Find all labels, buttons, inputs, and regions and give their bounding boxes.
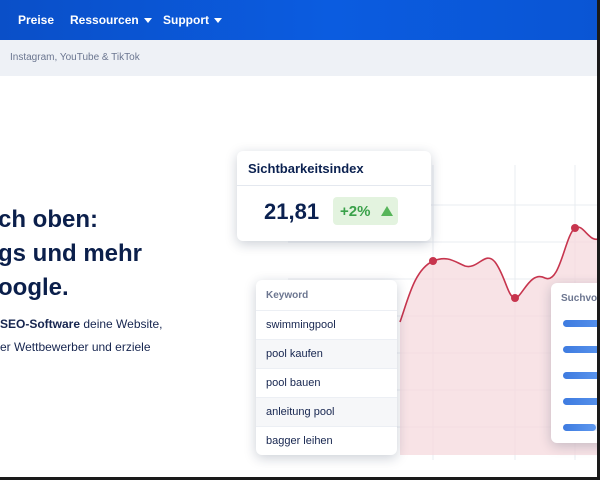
search-volume-bar-fill bbox=[563, 424, 596, 431]
search-volume-card: Suchvolu bbox=[551, 283, 600, 443]
keyword-row[interactable]: pool kaufen bbox=[256, 339, 397, 368]
visibility-index-card: Sichtbarkeitsindex 21,81 +2% bbox=[237, 151, 431, 241]
search-volume-bar-fill bbox=[563, 346, 600, 353]
keyword-row[interactable]: pool bauen bbox=[256, 368, 397, 397]
search-volume-bar bbox=[563, 424, 600, 431]
keyword-text: pool bauen bbox=[266, 377, 321, 389]
search-volume-bar-fill bbox=[563, 320, 600, 327]
visibility-delta-value: +2% bbox=[340, 203, 371, 220]
keyword-text: pool kaufen bbox=[266, 348, 323, 360]
keyword-text: anleitung pool bbox=[266, 406, 335, 418]
chart-point bbox=[571, 224, 579, 232]
card-divider bbox=[237, 185, 431, 186]
search-volume-bar bbox=[563, 372, 600, 379]
keyword-text: swimmingpool bbox=[266, 319, 336, 331]
keyword-row[interactable]: bagger leihen bbox=[256, 426, 397, 455]
keyword-card: Keyword swimmingpool pool kaufen pool ba… bbox=[256, 280, 397, 455]
search-volume-bar-fill bbox=[563, 372, 600, 379]
visibility-delta-badge: +2% bbox=[333, 197, 398, 225]
search-volume-bar bbox=[563, 320, 600, 327]
search-volume-header: Suchvolu bbox=[561, 293, 600, 304]
search-volume-bar bbox=[563, 346, 600, 353]
chart-point bbox=[511, 294, 519, 302]
keyword-row[interactable]: swimmingpool bbox=[256, 310, 397, 339]
keyword-column-header: Keyword bbox=[266, 290, 309, 301]
chart-point bbox=[429, 257, 437, 265]
arrow-up-icon bbox=[381, 206, 393, 216]
visibility-index-value: 21,81 bbox=[264, 199, 320, 224]
search-volume-bar bbox=[563, 398, 600, 405]
visibility-index-title: Sichtbarkeitsindex bbox=[248, 161, 364, 176]
keyword-text: bagger leihen bbox=[266, 435, 333, 447]
keyword-row[interactable]: anleitung pool bbox=[256, 397, 397, 426]
search-volume-bar-fill bbox=[563, 398, 600, 405]
